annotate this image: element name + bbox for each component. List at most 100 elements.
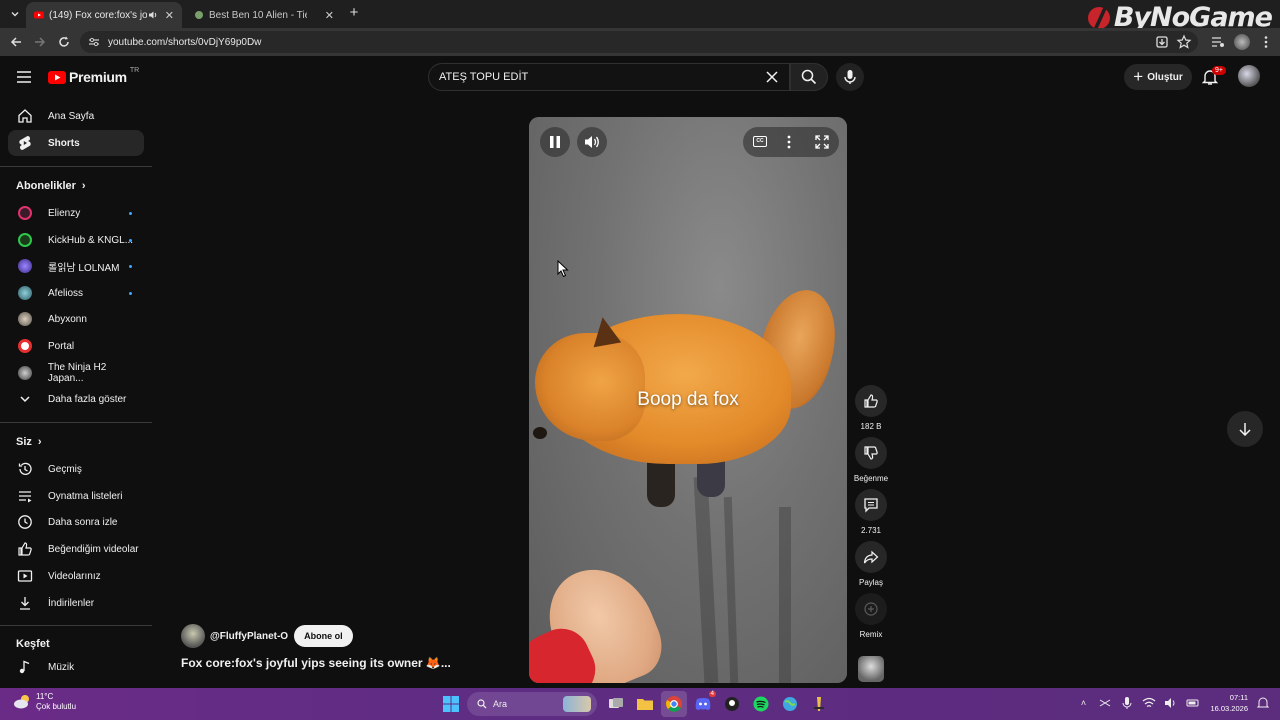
sidebar-item-history[interactable]: Geçmiş [8,456,144,482]
task-view-button[interactable] [603,691,629,717]
sidebar-item-subscription[interactable]: 롤읽남 LOLNAM [8,253,144,279]
github-button[interactable] [719,691,745,717]
sidebar-item-liked-videos[interactable]: Beğendiğim videolar [8,536,144,562]
globe-app-button[interactable] [777,691,803,717]
media-control-icon[interactable] [1210,34,1226,50]
comments-button[interactable]: 2.731 [852,489,890,535]
remix-button[interactable]: Remix [852,593,890,639]
volume-button[interactable] [577,127,607,157]
search-value: ATEŞ TOPU EDİT [439,71,529,83]
spotify-icon [753,696,769,712]
liked-videos-icon [18,542,32,556]
more-options-icon[interactable] [787,135,791,149]
sidebar-item-music[interactable]: Müzik [8,654,144,680]
volume-icon[interactable] [1164,696,1178,710]
app-button[interactable] [806,691,832,717]
search-button[interactable] [790,63,828,91]
new-content-dot [129,264,132,268]
hamburger-menu-icon[interactable] [16,70,32,84]
bookmark-star-icon[interactable] [1176,34,1192,50]
weather-widget[interactable]: 11°C Çok bulutlu [12,692,76,712]
channel-name[interactable]: @FluffyPlanet-O [210,631,288,642]
notification-center-icon[interactable] [1256,696,1270,710]
install-app-icon[interactable] [1154,34,1170,50]
your-videos-icon [17,570,33,582]
discord-icon [695,698,711,710]
voice-search-button[interactable] [836,63,864,91]
profile-avatar[interactable] [1234,34,1250,50]
browser-tab[interactable]: Best Ben 10 Alien - Tier List, Bli ✕ [186,2,342,28]
taskbar-apps: Ara 4 [438,691,835,717]
clear-search-icon[interactable] [765,70,779,84]
create-button[interactable]: + Oluştur [1124,64,1192,90]
search-input[interactable]: ATEŞ TOPU EDİT [428,63,790,91]
youtube-favicon-icon [34,11,44,19]
youtube-masthead: Premium TR ATEŞ TOPU EDİT + Oluştur 9+ [0,56,1280,100]
discord-button[interactable]: 4 [690,691,716,717]
pause-button[interactable] [540,127,570,157]
back-arrow-icon[interactable] [8,34,24,50]
reload-icon[interactable] [56,34,72,50]
fullscreen-icon[interactable] [815,135,829,149]
sidebar-item-subscription[interactable]: The Ninja H2 Japan... [8,360,144,386]
taskbar-clock[interactable]: 07:11 16.03.2026 [1210,692,1248,714]
sidebar-item-label: Elienzy [48,207,81,219]
dislike-button[interactable]: Beğenme [852,437,890,483]
sidebar-item-playlists[interactable]: Oynatma listeleri [8,483,144,509]
captions-icon[interactable]: CC [753,136,767,147]
share-button[interactable]: Paylaş [852,541,890,587]
subscribe-button[interactable]: Abone ol [294,625,353,647]
network-off-icon[interactable] [1098,696,1112,710]
site-info-icon[interactable] [88,36,100,48]
sidebar-item-subscription[interactable]: Afelioss [8,280,144,306]
youtube-logo[interactable]: Premium TR [48,67,139,85]
sidebar-item-label: Afelioss [48,287,84,299]
sound-thumbnail[interactable] [858,656,884,682]
file-explorer-button[interactable] [632,691,658,717]
show-more-button[interactable]: Daha fazla göster [8,386,144,412]
sidebar-item-watch-later[interactable]: Daha sonra izle [8,509,144,535]
like-count: 182 B [860,422,882,431]
windows-logo-icon [443,696,459,712]
wifi-icon[interactable] [1142,696,1156,710]
sidebar-item-downloads[interactable]: İndirilenler [8,590,144,616]
forward-arrow-icon[interactable] [32,34,48,50]
new-tab-button[interactable]: + [346,5,362,21]
close-tab-icon[interactable]: ✕ [165,9,174,22]
sidebar-item-subscription[interactable]: Elienzy [8,200,144,226]
plus-icon: + [1133,67,1144,86]
short-title[interactable]: Fox core:fox's joyful yips seeing its ow… [181,656,451,670]
sidebar-item-label: Shorts [48,137,80,149]
address-bar[interactable]: youtube.com/shorts/0vDjY69p0Dw [80,31,1198,53]
microphone-icon[interactable] [1120,696,1134,710]
sidebar-item-shorts[interactable]: Shorts [8,130,144,156]
next-short-button[interactable] [1227,411,1263,447]
channel-avatar [18,206,32,220]
sidebar-item-your-videos[interactable]: Videolarınız [8,563,144,589]
chrome-button[interactable] [661,691,687,717]
shorts-video-player[interactable]: Boop da fox CC [529,117,847,683]
sidebar-item-label: Portal [48,340,75,352]
search-icon [477,699,487,709]
browser-tab-active[interactable]: (149) Fox core:fox's joyful y ✕ [26,2,182,28]
divider [0,166,152,167]
channel-avatar[interactable] [181,624,205,648]
spotify-button[interactable] [748,691,774,717]
sidebar-item-home[interactable]: Ana Sayfa [8,103,144,129]
subscriptions-header[interactable]: Abonelikler › [16,180,86,192]
history-icon [18,462,32,475]
sidebar-item-subscription[interactable]: Portal [8,333,144,359]
sidebar-item-subscription[interactable]: KickHub & KNGL... [8,227,144,253]
tab-search-button[interactable] [6,5,24,23]
taskbar-search[interactable]: Ara [467,692,597,716]
chevron-up-icon[interactable]: ˄ [1076,696,1090,710]
speaker-icon[interactable] [148,10,158,20]
like-button[interactable]: 182 B [852,385,890,431]
close-tab-icon[interactable]: ✕ [325,9,334,22]
kebab-menu-icon[interactable] [1258,34,1274,50]
start-button[interactable] [438,691,464,717]
battery-icon[interactable] [1186,696,1200,710]
account-avatar[interactable] [1238,65,1260,87]
you-header[interactable]: Siz › [16,436,42,448]
sidebar-item-subscription[interactable]: Abyxonn [8,306,144,332]
